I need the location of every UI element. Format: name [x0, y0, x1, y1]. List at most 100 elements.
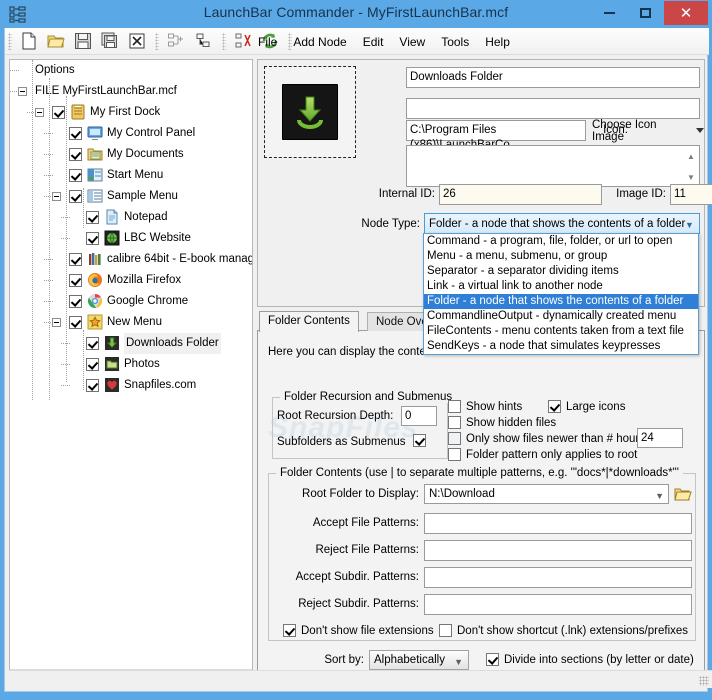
internal-id-value: 26 — [439, 184, 602, 205]
tree-expander-collapse-icon[interactable] — [18, 87, 27, 96]
tree-item-checkbox[interactable] — [86, 358, 99, 371]
node-type-combobox[interactable]: Folder - a node that shows the contents … — [424, 213, 700, 234]
new-file-icon[interactable] — [17, 29, 41, 53]
dont-show-extensions-checkbox[interactable] — [283, 624, 296, 637]
reject-subdir-patterns-input[interactable] — [424, 594, 692, 615]
menu-view[interactable]: View — [391, 31, 433, 53]
dont-show-shortcut-checkbox[interactable] — [439, 624, 452, 637]
node-type-option-2[interactable]: Separator - a separator dividing items — [424, 264, 698, 279]
tree-item-calibre-64bit-e-book-management[interactable]: calibre 64bit - E-book management — [10, 249, 252, 270]
reject-subdir-patterns-label: Reject Subdir. Patterns: — [298, 598, 419, 610]
add-node-icon[interactable] — [164, 29, 188, 53]
caption-input[interactable]: Downloads Folder — [406, 67, 700, 88]
toolbar-grip-2[interactable] — [155, 33, 160, 50]
tree-connector — [61, 385, 70, 386]
tree-item-options[interactable]: Options — [10, 60, 252, 81]
show-hidden-files-checkbox[interactable] — [448, 416, 461, 429]
subfolders-as-submenus-checkbox[interactable] — [413, 434, 426, 447]
icon-preview-box[interactable] — [264, 66, 356, 158]
node-type-dropdown-list[interactable]: Command - a program, file, folder, or ur… — [423, 233, 699, 355]
divide-into-sections-checkbox[interactable] — [486, 653, 499, 666]
tree-expander-collapse-icon[interactable] — [35, 108, 44, 117]
tree-item-checkbox[interactable] — [69, 316, 82, 329]
tree-item-checkbox[interactable] — [52, 106, 65, 119]
tree-expander-collapse-icon[interactable] — [52, 318, 61, 327]
menu-help[interactable]: Help — [477, 31, 518, 53]
node-type-option-7[interactable]: SendKeys - a node that simulates keypres… — [424, 339, 698, 354]
accept-subdir-patterns-input[interactable] — [424, 567, 692, 588]
menu-edit[interactable]: Edit — [355, 31, 392, 53]
node-type-option-4[interactable]: Folder - a node that shows the contents … — [424, 294, 698, 309]
node-type-option-0[interactable]: Command - a program, file, folder, or ur… — [424, 234, 698, 249]
menu-tools[interactable]: Tools — [433, 31, 477, 53]
tree-item-my-first-dock[interactable]: My First Dock — [10, 102, 252, 123]
icon-path-input[interactable]: C:\Program Files (x86)\LaunchBarCo — [406, 120, 586, 151]
hours-input[interactable]: 24 — [637, 428, 683, 448]
show-hints-checkbox[interactable] — [448, 400, 461, 413]
node-type-option-6[interactable]: FileContents - menu contents taken from … — [424, 324, 698, 339]
chevron-up-icon[interactable]: ▲ — [687, 152, 695, 161]
accept-file-patterns-input[interactable] — [424, 513, 692, 534]
tree-item-lbc-website[interactable]: LBC Website — [10, 228, 252, 249]
tree-item-google-chrome[interactable]: Google Chrome — [10, 291, 252, 312]
root-recursion-depth-input[interactable]: 0 — [401, 406, 437, 426]
save-all-icon[interactable] — [98, 29, 122, 53]
close-button[interactable]: ✕ — [664, 1, 708, 25]
tree-item-checkbox[interactable] — [69, 190, 82, 203]
root-folder-combobox[interactable]: N:\Download ▼ — [424, 484, 669, 504]
tree-item-checkbox[interactable] — [69, 169, 82, 182]
tree-item-downloads-folder[interactable]: Downloads Folder — [10, 333, 252, 354]
tree-item-checkbox[interactable] — [69, 295, 82, 308]
resize-grip[interactable] — [699, 676, 709, 686]
tree-expander-collapse-icon[interactable] — [52, 192, 61, 201]
node-type-option-5[interactable]: CommandlineOutput - dynamically created … — [424, 309, 698, 324]
chevron-down-icon[interactable]: ▼ — [454, 655, 463, 670]
tree-item-sample-menu[interactable]: Sample Menu — [10, 186, 252, 207]
tree-item-start-menu[interactable]: Start Menu — [10, 165, 252, 186]
node-tree[interactable]: Options FILE MyFirstLaunchBar.mcf My First… — [10, 60, 252, 668]
tree-item-photos[interactable]: Photos — [10, 354, 252, 375]
notes-spinner[interactable]: ▲ ▼ — [684, 148, 698, 186]
notes-input[interactable]: ▲ ▼ — [406, 145, 700, 187]
toolbar-grip-3[interactable] — [221, 33, 226, 50]
tree-item-my-documents[interactable]: My Documents — [10, 144, 252, 165]
toolbar-grip[interactable] — [8, 33, 12, 50]
sort-by-combobox[interactable]: Alphabetically ▼ — [369, 650, 469, 670]
large-icons-checkbox[interactable] — [548, 400, 561, 413]
tree-item-checkbox[interactable] — [69, 127, 82, 140]
tab-folder-contents[interactable]: Folder Contents — [259, 311, 359, 332]
open-folder-icon[interactable] — [673, 484, 693, 503]
node-type-option-1[interactable]: Menu - a menu, submenu, or group — [424, 249, 698, 264]
folder-pattern-root-checkbox[interactable] — [448, 448, 461, 461]
tree-item-my-control-panel[interactable]: My Control Panel — [10, 123, 252, 144]
menu-file[interactable]: File — [250, 31, 285, 53]
add-child-node-icon[interactable] — [192, 29, 216, 53]
only-show-newer-checkbox[interactable] — [448, 432, 461, 445]
reject-file-patterns-input[interactable] — [424, 540, 692, 561]
tree-item-snapfiles-com[interactable]: Snapfiles.com — [10, 375, 252, 396]
menu-add-node[interactable]: Add Node — [285, 31, 354, 53]
open-folder-icon[interactable] — [44, 29, 68, 53]
tree-item-checkbox[interactable] — [69, 253, 82, 266]
choose-icon-image-button[interactable]: Choose Icon Image — [592, 119, 704, 143]
chevron-down-icon[interactable]: ▼ — [655, 489, 664, 504]
node-type-option-3[interactable]: Link - a virtual link to another node — [424, 279, 698, 294]
tree-item-checkbox[interactable] — [86, 232, 99, 245]
hint-input[interactable] — [406, 98, 700, 119]
tree-item-checkbox[interactable] — [69, 274, 82, 287]
save-icon[interactable] — [71, 29, 95, 53]
close-file-icon[interactable] — [125, 29, 149, 53]
tree-item-checkbox[interactable] — [69, 148, 82, 161]
tree-item-checkbox[interactable] — [86, 379, 99, 392]
tree-item-new-menu[interactable]: New Menu — [10, 312, 252, 333]
tree-item-checkbox[interactable] — [86, 211, 99, 224]
minimize-button[interactable] — [592, 1, 626, 25]
status-bar — [9, 670, 712, 688]
chevron-down-icon[interactable]: ▼ — [687, 173, 695, 182]
tree-item-file-myfirstlaunchbar-mcf[interactable]: FILE MyFirstLaunchBar.mcf — [10, 81, 252, 102]
chevron-down-icon[interactable]: ▼ — [683, 218, 696, 231]
tree-item-notepad[interactable]: Notepad — [10, 207, 252, 228]
tree-item-mozilla-firefox[interactable]: Mozilla Firefox — [10, 270, 252, 291]
tree-item-checkbox[interactable] — [86, 337, 99, 350]
maximize-button[interactable] — [628, 1, 662, 25]
